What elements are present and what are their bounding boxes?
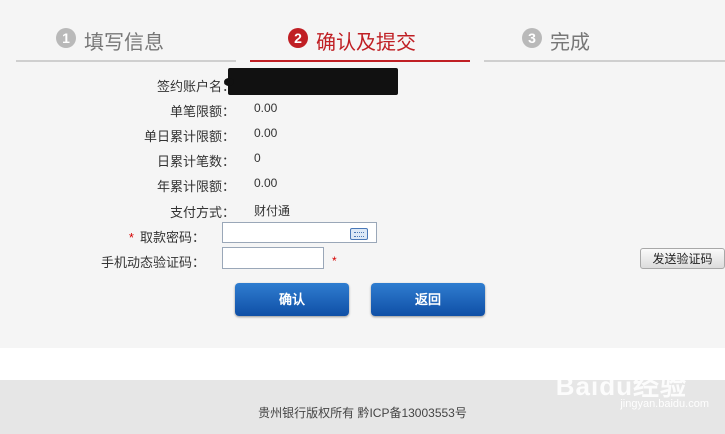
step-underline-2 <box>250 60 470 62</box>
sms-code-input[interactable] <box>222 247 324 269</box>
step-number-2: 2 <box>288 28 308 48</box>
step-label-3: 完成 <box>550 32 590 54</box>
step-complete: 3 完成 <box>484 22 725 62</box>
daily-count-label: 日累计笔数： <box>156 154 235 169</box>
confirm-button[interactable]: 确认 <box>235 283 349 316</box>
footer-copyright: 贵州银行版权所有 黔ICP备13003553号 <box>258 406 467 420</box>
sms-code-label: 手机动态验证码： <box>100 255 205 270</box>
daily-limit-label: 单日累计限额： <box>143 129 235 144</box>
step-number-3: 3 <box>522 28 542 48</box>
keyboard-icon[interactable] <box>350 228 368 240</box>
single-limit-value: 0.00 <box>254 101 278 115</box>
daily-limit-value: 0.00 <box>254 126 278 140</box>
required-mark: * <box>128 230 134 245</box>
back-button[interactable]: 返回 <box>371 283 485 316</box>
step-progress: 1 填写信息 2 确认及提交 3 完成 <box>16 22 725 62</box>
send-code-button[interactable]: 发送验证码 <box>640 248 725 269</box>
payment-method-value: 财付通 <box>254 204 291 218</box>
withdraw-password-label: 取款密码： <box>139 230 205 245</box>
step-label-1: 填写信息 <box>84 32 164 54</box>
sms-required-mark: * <box>332 254 337 268</box>
main-panel: 1 填写信息 2 确认及提交 3 完成 签约账户名： 单笔限额： 0.00 单日… <box>0 0 725 348</box>
step-underline-3 <box>484 60 725 62</box>
account-name-redacted <box>224 68 398 95</box>
step-underline-1 <box>16 60 236 62</box>
withdraw-password-label-wrap: * 取款密码： <box>129 227 205 246</box>
single-limit-label: 单笔限额： <box>169 104 235 119</box>
watermark-url: jingyan.baidu.com <box>620 398 709 410</box>
daily-count-value: 0 <box>254 151 261 165</box>
withdraw-password-input[interactable] <box>222 222 377 243</box>
step-number-1: 1 <box>56 28 76 48</box>
step-label-2: 确认及提交 <box>316 32 416 54</box>
yearly-limit-label: 年累计限额： <box>156 179 235 194</box>
yearly-limit-value: 0.00 <box>254 176 278 190</box>
payment-method-label: 支付方式： <box>169 205 235 220</box>
step-fill-info: 1 填写信息 <box>16 22 236 62</box>
account-name-label: 签约账户名： <box>156 79 235 94</box>
step-confirm-submit: 2 确认及提交 <box>250 22 470 62</box>
